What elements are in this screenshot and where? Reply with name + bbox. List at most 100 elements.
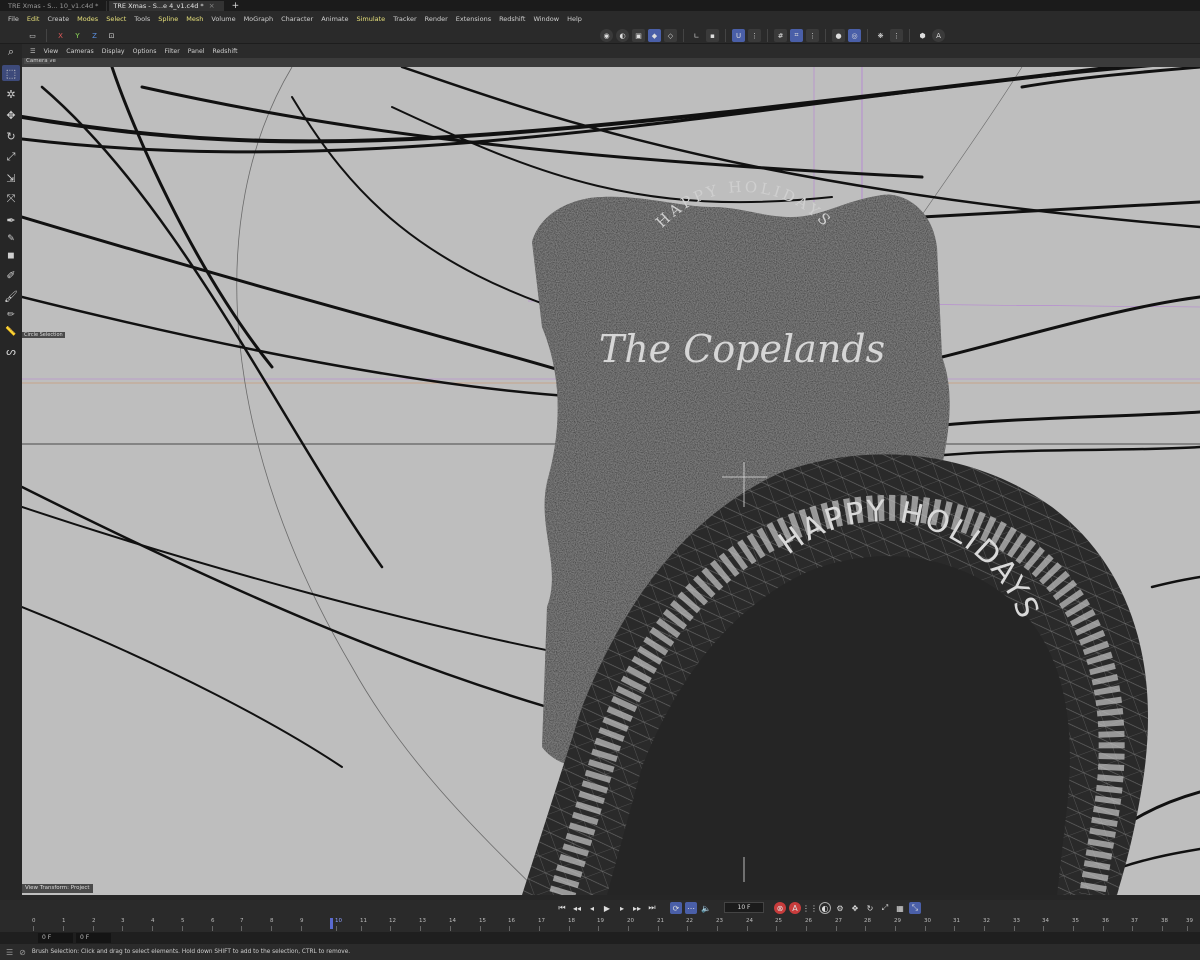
axis-x-lock-button[interactable]: X bbox=[54, 29, 67, 42]
spline-sketch-icon[interactable]: ✎ bbox=[2, 233, 20, 245]
scale-tool-icon[interactable]: ⤢ bbox=[2, 149, 20, 165]
record-keys-icon[interactable]: ⊗ bbox=[774, 902, 786, 914]
menu-select[interactable]: Select bbox=[102, 15, 130, 23]
next-frame-icon[interactable]: ▸ bbox=[616, 902, 628, 914]
search-icon[interactable]: ⌕ bbox=[2, 44, 20, 60]
ruler-icon[interactable]: 📏 bbox=[2, 326, 20, 338]
move-tool-icon[interactable]: ✥ bbox=[2, 107, 20, 123]
menu-mesh[interactable]: Mesh bbox=[182, 15, 207, 23]
menu-mograph[interactable]: MoGraph bbox=[240, 15, 278, 23]
rotate-tool-icon[interactable]: ↻ bbox=[2, 128, 20, 144]
placement-tool-icon[interactable]: ⤧ bbox=[2, 191, 20, 207]
polygon-mode-icon[interactable]: ◆ bbox=[648, 29, 661, 42]
ruler-tick: 13 bbox=[419, 918, 426, 931]
menu-window[interactable]: Window bbox=[529, 15, 563, 23]
previous-key-icon[interactable]: ◂◂ bbox=[571, 902, 583, 914]
isoline-icon[interactable]: ◎ bbox=[848, 29, 861, 42]
menu-edit[interactable]: Edit bbox=[23, 15, 44, 23]
menu-tracker[interactable]: Tracker bbox=[389, 15, 420, 23]
menu-help[interactable]: Help bbox=[563, 15, 586, 23]
select-tool-icon[interactable]: ⬚ bbox=[2, 65, 20, 81]
axis-settings-icon[interactable]: ⋮ bbox=[806, 29, 819, 42]
grid-snap-icon[interactable]: # bbox=[774, 29, 787, 42]
menu-simulate[interactable]: Simulate bbox=[352, 15, 389, 23]
go-to-end-icon[interactable]: ⏭ bbox=[646, 902, 658, 914]
quantize-icon[interactable]: ⌗ bbox=[790, 29, 803, 42]
next-key-icon[interactable]: ▸▸ bbox=[631, 902, 643, 914]
menu-character[interactable]: Character bbox=[277, 15, 317, 23]
scale-key-icon[interactable]: ⤢ bbox=[879, 902, 891, 914]
range-start-field[interactable]: 0 F bbox=[38, 933, 73, 943]
key-settings-icon[interactable]: ⚙ bbox=[834, 902, 846, 914]
document-tab-1[interactable]: TRE Xmas - S... 10_v1.c4d * bbox=[4, 0, 108, 11]
viewport-camera-label[interactable]: Camera bbox=[24, 58, 50, 64]
edge-mode-icon[interactable]: ◇ bbox=[664, 29, 677, 42]
solo-icon[interactable]: ▪ bbox=[706, 29, 719, 42]
current-frame-field[interactable]: 10 F bbox=[724, 902, 764, 913]
workplane-icon[interactable]: ∟ bbox=[690, 29, 703, 42]
viewport-solo-icon[interactable]: ● bbox=[832, 29, 845, 42]
viewport-menu-cameras[interactable]: Cameras bbox=[62, 48, 98, 55]
symmetry-settings-icon[interactable]: ⋮ bbox=[890, 29, 903, 42]
object-mode-icon[interactable]: ▣ bbox=[632, 29, 645, 42]
timeline-ruler[interactable]: 0 1 2 3 4 5 6 7 8 9 10 11 12 13 14 15 16… bbox=[0, 918, 1200, 932]
coordinate-system-icon[interactable]: ⊡ bbox=[105, 29, 118, 42]
loop-icon[interactable]: ⟳ bbox=[670, 902, 682, 914]
viewport-hamburger-icon[interactable]: ☰ bbox=[26, 48, 40, 55]
range-end-field[interactable]: 0 F bbox=[76, 933, 111, 943]
previous-frame-icon[interactable]: ◂ bbox=[586, 902, 598, 914]
paint-brush-icon[interactable]: 🖌 bbox=[2, 288, 20, 304]
menu-redshift[interactable]: Redshift bbox=[495, 15, 529, 23]
sound-icon[interactable]: 🔈 bbox=[700, 902, 712, 914]
menu-spline[interactable]: Spline bbox=[154, 15, 182, 23]
toolbar-separator bbox=[909, 29, 910, 42]
menu-animate[interactable]: Animate bbox=[317, 15, 352, 23]
spline-pen-icon[interactable]: ✒ bbox=[2, 212, 20, 228]
perspective-viewport[interactable]: HAPPY HOLIDAYS The Copelands HAPPY HOLID… bbox=[22, 67, 1200, 895]
viewport-menu-view[interactable]: View bbox=[40, 48, 63, 55]
model-mode-icon[interactable]: ◉ bbox=[600, 29, 613, 42]
menu-render[interactable]: Render bbox=[421, 15, 452, 23]
menu-extensions[interactable]: Extensions bbox=[452, 15, 495, 23]
auto-key-icon[interactable]: A bbox=[789, 902, 801, 914]
go-to-start-icon[interactable]: ⏮ bbox=[556, 902, 568, 914]
motion-record-icon[interactable]: ◐ bbox=[819, 902, 831, 914]
menu-volume[interactable]: Volume bbox=[207, 15, 239, 23]
viewport-menu-display[interactable]: Display bbox=[98, 48, 129, 55]
snap-settings-icon[interactable]: ⋮ bbox=[748, 29, 761, 42]
symmetry-icon[interactable]: ❋ bbox=[874, 29, 887, 42]
menu-tools[interactable]: Tools bbox=[130, 15, 154, 23]
new-tab-icon[interactable]: + bbox=[226, 1, 246, 11]
tab-close-icon[interactable]: × bbox=[209, 2, 215, 10]
move-key-icon[interactable]: ✥ bbox=[849, 902, 861, 914]
undo-history-icon[interactable]: ▭ bbox=[26, 29, 39, 42]
magnet-snap-icon[interactable]: U bbox=[732, 29, 745, 42]
play-icon[interactable]: ▶ bbox=[601, 902, 613, 914]
menu-create[interactable]: Create bbox=[43, 15, 73, 23]
viewport-menu-filter[interactable]: Filter bbox=[160, 48, 183, 55]
pencil-icon[interactable]: ✏ bbox=[2, 309, 20, 321]
playback-rate-icon[interactable]: ⋯ bbox=[685, 902, 697, 914]
rotate-key-icon[interactable]: ↻ bbox=[864, 902, 876, 914]
primitive-cube-icon[interactable]: ◼ bbox=[2, 250, 20, 262]
point-level-key-icon[interactable]: ⤡ bbox=[909, 902, 921, 914]
axis-z-lock-button[interactable]: Z bbox=[88, 29, 101, 42]
viewport-menu-options[interactable]: Options bbox=[129, 48, 161, 55]
polygon-pen-icon[interactable]: ✐ bbox=[2, 267, 20, 283]
transfer-tool-icon[interactable]: ⇲ bbox=[2, 170, 20, 186]
asset-browser-icon[interactable]: A bbox=[932, 29, 945, 42]
menu-file[interactable]: File bbox=[4, 15, 23, 23]
hexagon-tool-icon[interactable]: ⬢ bbox=[916, 29, 929, 42]
texture-mode-icon[interactable]: ◐ bbox=[616, 29, 629, 42]
document-tab-2[interactable]: TRE Xmas - S...e 4_v1.c4d * × bbox=[109, 0, 224, 11]
lasso-icon[interactable]: ᔕ bbox=[2, 343, 20, 359]
tweak-tool-icon[interactable]: ✲ bbox=[2, 86, 20, 102]
axis-y-lock-button[interactable]: Y bbox=[71, 29, 84, 42]
parameter-key-icon[interactable]: ▦ bbox=[894, 902, 906, 914]
key-interpolation-icon[interactable]: ⋮⋮ bbox=[802, 902, 818, 914]
status-toggle-icon[interactable]: ☰ bbox=[6, 948, 13, 957]
viewport-menu-redshift[interactable]: Redshift bbox=[208, 48, 241, 55]
timeline-playhead[interactable] bbox=[330, 918, 333, 929]
menu-modes[interactable]: Modes bbox=[73, 15, 102, 23]
viewport-menu-panel[interactable]: Panel bbox=[184, 48, 209, 55]
